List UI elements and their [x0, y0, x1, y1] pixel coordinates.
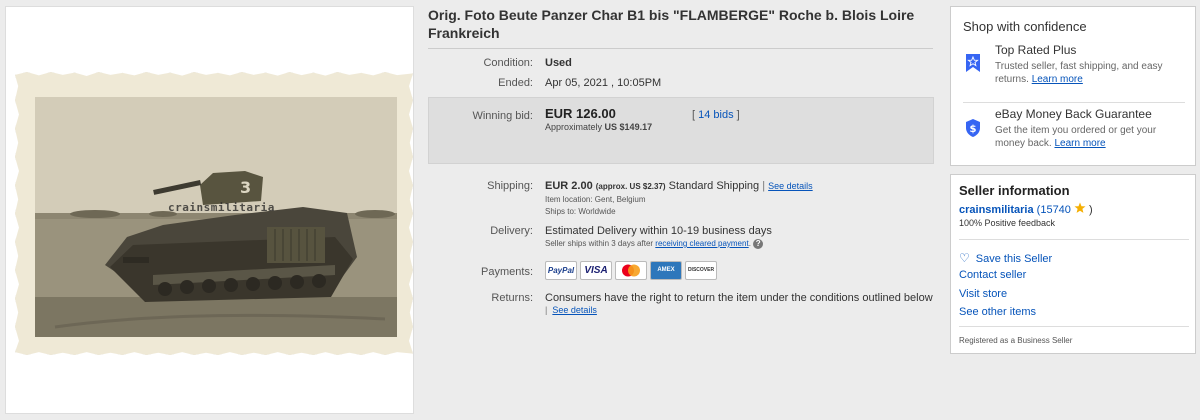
- top-rated-title: Top Rated Plus: [995, 43, 1077, 57]
- ships-to: Ships to: Worldwide: [545, 207, 616, 216]
- visit-store-link[interactable]: Visit store: [959, 288, 1007, 300]
- delivery-note-prefix: Seller ships within 3 days after: [545, 239, 654, 249]
- shipping-pipe: |: [762, 180, 766, 192]
- returns-see-details-link[interactable]: See details: [552, 305, 597, 315]
- cleared-payment-link[interactable]: receiving cleared payment: [655, 239, 748, 248]
- returns-details: | See details: [545, 305, 597, 315]
- delivery-note: Seller ships within 3 days after receivi…: [545, 239, 764, 249]
- mastercard-logo: [615, 261, 647, 280]
- heart-icon: ♡: [959, 251, 970, 265]
- returns-value: Consumers have the right to return the i…: [545, 292, 933, 304]
- save-seller-label: Save this Seller: [975, 253, 1053, 265]
- seller-info-title: Seller information: [959, 183, 1070, 198]
- seller-name-row: crainsmilitaria (15740 ): [959, 202, 1093, 216]
- contact-seller-link[interactable]: Contact seller: [959, 269, 1026, 281]
- winning-bid-price: EUR 126.00: [545, 106, 616, 121]
- positive-feedback: 100% Positive feedback: [959, 218, 1056, 228]
- visa-logo: VISA: [580, 261, 612, 280]
- shipping-see-details-link[interactable]: See details: [768, 181, 813, 191]
- condition-label: Condition:: [483, 57, 533, 69]
- shipping-approx: (approx. US $2.37): [595, 182, 666, 191]
- payments-label: Payments:: [481, 266, 533, 278]
- ended-value: Apr 05, 2021 , 10:05PM: [545, 77, 662, 89]
- tank-photo: 3 crainsmilitaria: [35, 97, 397, 337]
- winning-bid-label: Winning bid:: [472, 110, 533, 122]
- seller-divider-top: [959, 239, 1189, 240]
- returns-label: Returns:: [491, 292, 533, 304]
- confidence-title: Shop with confidence: [963, 19, 1087, 34]
- ended-label: Ended:: [498, 77, 533, 89]
- seller-information-card: Seller information crainsmilitaria (1574…: [950, 174, 1196, 354]
- confidence-divider: [963, 102, 1185, 103]
- bids-close-bracket: ]: [736, 109, 740, 121]
- returns-pipe: |: [545, 305, 548, 315]
- see-other-items-link[interactable]: See other items: [959, 306, 1036, 318]
- bids-link[interactable]: 14 bids: [698, 109, 733, 121]
- star-icon: [1074, 202, 1086, 213]
- business-seller-note: Registered as a Business Seller: [959, 336, 1073, 345]
- delivery-label: Delivery:: [490, 225, 533, 237]
- paypal-logo: PayPal: [545, 261, 577, 280]
- seller-divider-bottom: [959, 326, 1189, 327]
- shipping-value: EUR 2.00 (approx. US $2.37) Standard Shi…: [545, 180, 813, 192]
- photo-watermark: crainsmilitaria: [168, 201, 275, 214]
- vintage-photo-print: 3 crainsmilitaria: [15, 72, 413, 355]
- shipping-label: Shipping:: [487, 180, 533, 192]
- top-rated-text: Trusted seller, fast shipping, and easy …: [995, 60, 1185, 86]
- bids-open-bracket: [: [692, 109, 696, 121]
- shop-with-confidence-card: Shop with confidence Top Rated Plus Trus…: [950, 6, 1196, 166]
- tank-illustration: 3: [35, 97, 397, 337]
- condition-value: Used: [545, 57, 572, 69]
- shipping-method: Standard Shipping: [668, 180, 760, 192]
- winning-bid-box: [428, 97, 934, 164]
- turret-number: 3: [240, 178, 251, 197]
- listing-title: Orig. Foto Beute Panzer Char B1 bis "FLA…: [428, 7, 915, 41]
- title-divider: [428, 48, 933, 49]
- top-rated-learn-more-link[interactable]: Learn more: [1032, 74, 1083, 85]
- approx-price: Approximately US $149.17: [545, 122, 652, 132]
- item-location: Item location: Gent, Belgium: [545, 195, 646, 204]
- delivery-value: Estimated Delivery within 10-19 business…: [545, 225, 772, 237]
- svg-text:$: $: [970, 124, 977, 135]
- seller-name-link[interactable]: crainsmilitaria: [959, 204, 1034, 216]
- item-photo-panel[interactable]: 3 crainsmilitaria: [5, 6, 414, 414]
- bid-count: [ 14 bids ]: [692, 109, 740, 121]
- approx-prefix: Approximately: [545, 122, 603, 132]
- mastercard-circles-icon: [622, 264, 640, 277]
- ribbon-star-icon: [966, 54, 980, 72]
- approx-value: US $149.17: [604, 122, 653, 132]
- discover-logo: DISCOVER: [685, 261, 717, 280]
- delivery-note-suffix: .: [748, 239, 751, 249]
- guarantee-text: Get the item you ordered or get your mon…: [995, 124, 1185, 150]
- amex-logo: AMEX: [650, 261, 682, 280]
- save-seller-link[interactable]: ♡ Save this Seller: [959, 251, 1052, 265]
- guarantee-learn-more-link[interactable]: Learn more: [1054, 138, 1105, 149]
- shield-dollar-icon: $: [966, 119, 980, 137]
- feedback-score-link[interactable]: 15740: [1040, 204, 1071, 216]
- shipping-cost: EUR 2.00: [545, 180, 593, 192]
- help-icon[interactable]: ?: [753, 239, 764, 249]
- guarantee-title: eBay Money Back Guarantee: [995, 107, 1152, 121]
- score-close: ): [1089, 204, 1093, 216]
